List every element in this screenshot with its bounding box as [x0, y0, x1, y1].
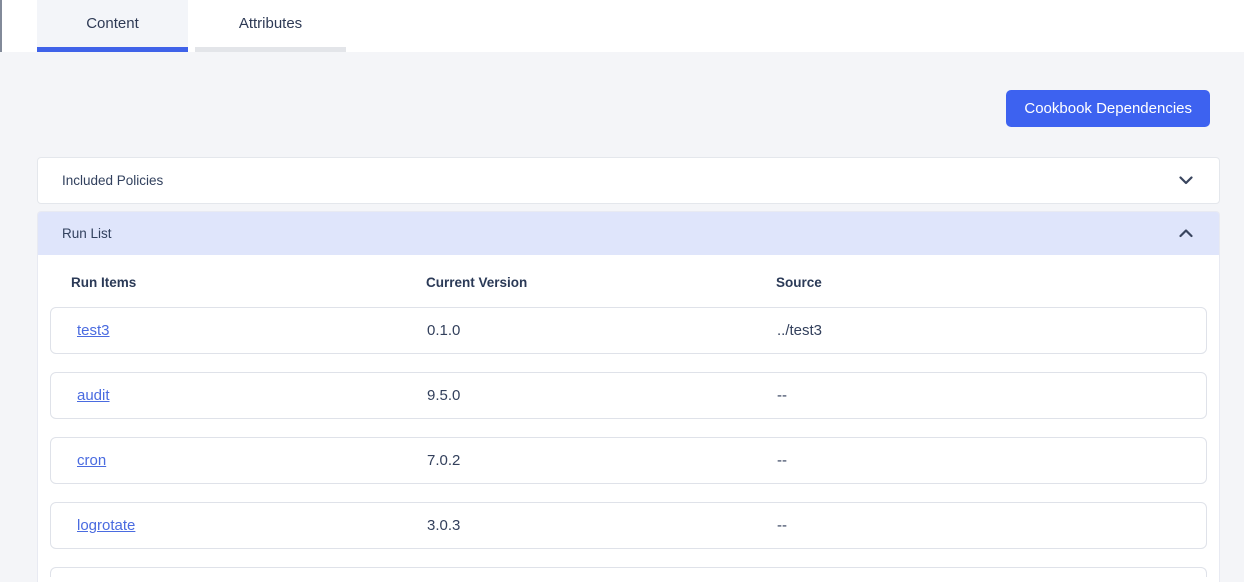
tab-bar: Content Attributes — [0, 0, 1244, 52]
column-header-source: Source — [776, 275, 822, 290]
run-list-body: Run Items Current Version Source test3 0… — [38, 255, 1219, 582]
toolbar: Cookbook Dependencies — [37, 90, 1220, 127]
current-version-value: 0.1.0 — [427, 322, 461, 339]
chevron-up-icon[interactable] — [1179, 229, 1193, 238]
tab-content-label: Content — [86, 15, 139, 32]
run-list-panel-header[interactable]: Run List — [38, 212, 1219, 255]
current-version-value: 9.5.0 — [427, 387, 461, 404]
included-policies-title: Included Policies — [62, 173, 164, 188]
content-area: Cookbook Dependencies Included Policies … — [0, 52, 1244, 582]
source-value: ../test3 — [777, 322, 823, 339]
table-row: audit 9.5.0 -- — [50, 372, 1207, 419]
tab-attributes-label: Attributes — [238, 15, 303, 32]
table-row: cron 7.0.2 -- — [50, 437, 1207, 484]
column-header-run-items: Run Items — [71, 275, 137, 290]
run-item-link[interactable]: cron — [77, 452, 106, 469]
run-list-section: Run List Run Items Current Version Sourc… — [37, 211, 1220, 582]
run-item-link[interactable]: audit — [77, 387, 110, 404]
column-header-current-version: Current Version — [426, 275, 528, 290]
table-row: logrotate 3.0.3 -- — [50, 502, 1207, 549]
source-value: -- — [777, 517, 787, 534]
chevron-down-icon[interactable] — [1179, 176, 1193, 185]
included-policies-panel[interactable]: Included Policies — [37, 157, 1220, 204]
source-value: -- — [777, 387, 787, 404]
table-row — [50, 567, 1207, 577]
run-list-table-header: Run Items Current Version Source — [50, 255, 1207, 307]
tab-attributes[interactable]: Attributes — [195, 0, 346, 52]
current-version-value: 7.0.2 — [427, 452, 461, 469]
table-row: test3 0.1.0 ../test3 — [50, 307, 1207, 354]
source-value: -- — [777, 452, 787, 469]
current-version-value: 3.0.3 — [427, 517, 461, 534]
run-item-link[interactable]: logrotate — [77, 517, 135, 534]
run-item-link[interactable]: test3 — [77, 322, 110, 339]
run-list-title: Run List — [62, 226, 112, 241]
tab-content[interactable]: Content — [37, 0, 188, 52]
cookbook-dependencies-button[interactable]: Cookbook Dependencies — [1006, 90, 1210, 127]
